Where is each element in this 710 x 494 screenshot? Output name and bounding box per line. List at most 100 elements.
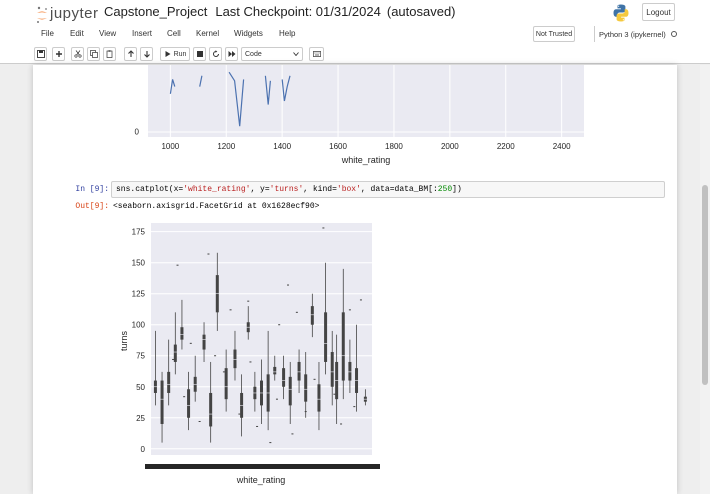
box-body: [317, 384, 321, 412]
save-button[interactable]: [34, 47, 47, 61]
run-button[interactable]: Run: [160, 47, 190, 61]
box-body: [167, 371, 171, 393]
paste-button[interactable]: [103, 47, 116, 61]
notebook-name[interactable]: Capstone_Project: [104, 4, 207, 19]
jupyter-logo-text: jupyter: [50, 5, 99, 22]
code-token: data_BM[:: [394, 185, 438, 194]
y-tick-label: 125: [132, 290, 146, 299]
box-body: [180, 327, 184, 340]
menu-view[interactable]: View: [99, 29, 116, 38]
outlier-point: [256, 425, 259, 427]
box-body: [282, 368, 286, 387]
outlier-point: [278, 324, 281, 326]
cut-button[interactable]: [71, 47, 84, 61]
y-tick-label: 50: [136, 383, 145, 392]
y-axis-label: turns: [119, 330, 129, 351]
code-token: y=: [260, 185, 270, 194]
x-tick-label: 2000: [441, 142, 459, 151]
menu-cell[interactable]: Cell: [167, 29, 181, 38]
copy-button[interactable]: [87, 47, 100, 61]
kernel-name: Python 3 (ipykernel): [599, 29, 666, 39]
x-tick-label: 2400: [553, 142, 571, 151]
box-body: [304, 374, 308, 402]
kernel-indicator: Python 3 (ipykernel): [594, 26, 680, 42]
box-body: [273, 366, 277, 375]
restart-run-all-button[interactable]: [225, 47, 238, 61]
y-tick-label: 150: [132, 259, 146, 268]
box-body: [348, 361, 352, 381]
box-body: [341, 312, 345, 381]
x-tick-label: 1400: [273, 142, 291, 151]
arrow-up-icon: [127, 50, 134, 57]
move-down-button[interactable]: [140, 47, 153, 61]
outlier-point: [348, 309, 351, 311]
menu-widgets[interactable]: Widgets: [234, 29, 263, 38]
box-body: [330, 352, 334, 387]
outlier-point: [222, 371, 225, 373]
code-token: x=: [173, 185, 184, 194]
outlier-point: [287, 284, 290, 286]
notebook-site[interactable]: 0 1000 1200 1400 1600 1800 2000 2200 2400 white…: [0, 65, 710, 494]
notebook-toolbar: Run Code: [0, 44, 710, 64]
autosave-status: (autosaved): [386, 4, 456, 19]
notebook-header: jupyter Capstone_Project Last Checkpoint:…: [0, 0, 710, 44]
box-body: [233, 349, 237, 369]
outlier-point: [304, 411, 307, 413]
python-logo-icon: [613, 4, 629, 22]
outlier-point: [198, 421, 201, 423]
interrupt-button[interactable]: [193, 47, 206, 61]
box-body: [209, 392, 213, 427]
code-token: 250: [437, 185, 453, 194]
not-trusted-button[interactable]: Not Trusted: [533, 26, 575, 42]
outlier-point: [183, 396, 186, 398]
logout-button[interactable]: Logout: [642, 3, 675, 21]
play-icon: [165, 51, 171, 57]
y-tick-label: 100: [132, 321, 146, 330]
command-palette-button[interactable]: [309, 47, 324, 61]
menu-help[interactable]: Help: [279, 29, 295, 38]
scrollbar-thumb[interactable]: [702, 185, 708, 385]
outlier-point: [229, 309, 232, 311]
code-token: ]): [452, 185, 462, 194]
menu-kernel[interactable]: Kernel: [196, 29, 219, 38]
menu-insert[interactable]: Insert: [132, 29, 152, 38]
code-editor[interactable]: sns.catplot(x='white_rating', y='turns',…: [111, 181, 665, 198]
copy-icon: [89, 50, 98, 58]
restart-button[interactable]: [209, 47, 222, 61]
box-body: [297, 361, 301, 381]
outlier-point: [214, 355, 217, 357]
menu-edit[interactable]: Edit: [70, 29, 84, 38]
outlier-point: [340, 423, 343, 425]
outlier-point: [322, 227, 325, 229]
menu-file[interactable]: File: [41, 29, 54, 38]
arrow-down-icon: [143, 51, 150, 58]
boxplot-chart: 0 25 50 75 100 125 150 175 turns white_rating: [119, 223, 380, 485]
y-tick-label: 175: [132, 228, 146, 237]
outlier-point: [249, 361, 252, 363]
save-icon: [36, 50, 45, 58]
insert-cell-button[interactable]: [52, 47, 65, 61]
outlier-point: [313, 378, 316, 380]
outlier-point: [189, 342, 192, 344]
box-body: [310, 306, 314, 325]
page-scrollbar[interactable]: [700, 65, 710, 494]
outlier-point: [172, 358, 175, 360]
outlier-point: [247, 300, 250, 302]
y-tick-label: 75: [136, 352, 145, 361]
cell-type-select[interactable]: Code: [241, 47, 303, 61]
outlier-point: [238, 413, 241, 415]
chevron-down-icon: [293, 52, 299, 56]
x-axis-label: white_rating: [236, 475, 286, 485]
outlier-point: [291, 433, 294, 435]
keyboard-icon: [312, 51, 321, 57]
outlier-point: [359, 299, 362, 301]
notebook-container: 0 1000 1200 1400 1600 1800 2000 2200 2400 white…: [33, 65, 677, 494]
box-body: [187, 389, 191, 418]
box-body: [160, 380, 164, 424]
jupyter-logo-icon: [37, 6, 47, 23]
x-tick-label: 1800: [385, 142, 403, 151]
code-token: data=: [370, 185, 395, 194]
move-up-button[interactable]: [124, 47, 137, 61]
kernel-idle-icon: [670, 31, 677, 37]
cell-output-prompt: Out[9]:: [75, 202, 109, 211]
